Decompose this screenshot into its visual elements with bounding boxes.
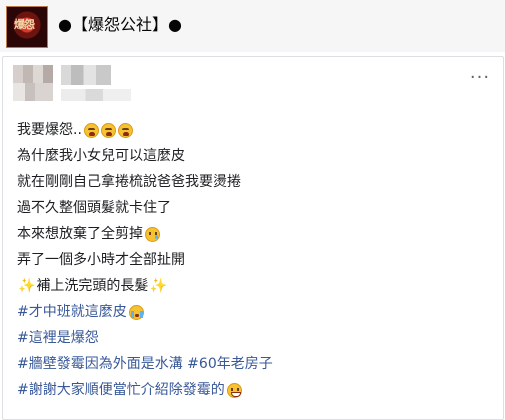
hashtag-link[interactable]: #牆壁發霉因為外面是水溝 #60年老房子	[17, 354, 273, 374]
author-avatar-blurred[interactable]	[13, 65, 53, 101]
sparkles-icon: ✨	[149, 278, 167, 294]
author-name-blurred[interactable]	[61, 65, 111, 85]
sparkles-icon: ✨	[18, 278, 36, 294]
post-line-text: 本來想放棄了全剪掉	[17, 226, 143, 242]
post-line-text: 就在剛剛自己拿捲梳說爸爸我要燙捲	[17, 174, 241, 190]
post-line-text: 為什麼我小女兒可以這麼皮	[17, 148, 185, 164]
post-line-text: 弄了一個多小時才全部扯開	[17, 252, 185, 268]
post-line: ✨ 補上洗完頭的長髮 ✨	[17, 273, 487, 299]
weary-face-icon	[83, 122, 99, 138]
post-line: #謝謝大家順便當忙介紹除發霉的	[17, 377, 487, 403]
post-line-text: 補上洗完頭的長髮	[36, 278, 149, 294]
group-title[interactable]: ●【爆怨公社】●	[58, 14, 182, 36]
post-line: #這裡是爆怨	[17, 325, 487, 351]
post-card: ··· 我要爆怨.. 為什麼我小女兒可以這麼皮 就在剛剛自己拿捲梳說爸爸我要燙捲…	[2, 56, 504, 420]
hashtag-link[interactable]: #才中班就這麼皮	[17, 302, 127, 322]
post-line: 過不久整個頭髮就卡住了	[17, 195, 487, 221]
weary-face-icon	[100, 122, 116, 138]
post-line: 為什麼我小女兒可以這麼皮	[17, 143, 487, 169]
post-body: 我要爆怨.. 為什麼我小女兒可以這麼皮 就在剛剛自己拿捲梳說爸爸我要燙捲 過不久…	[17, 117, 487, 403]
post-meta-blurred	[61, 89, 131, 101]
sad-relieved-face-icon	[145, 226, 160, 242]
loudly-crying-face-icon	[128, 304, 144, 320]
post-line: 我要爆怨..	[17, 117, 487, 143]
group-logo[interactable]: 爆怨	[6, 6, 48, 48]
post-line: 就在剛剛自己拿捲梳說爸爸我要燙捲	[17, 169, 487, 195]
post-line: 弄了一個多小時才全部扯開	[17, 247, 487, 273]
group-logo-text: 爆怨	[14, 18, 35, 31]
grinning-face-icon	[226, 382, 242, 398]
group-header: 爆怨 ●【爆怨公社】●	[0, 0, 505, 52]
more-options-button[interactable]: ···	[469, 69, 491, 89]
weary-face-icon	[117, 122, 133, 138]
hashtag-link[interactable]: #這裡是爆怨	[17, 328, 99, 348]
post-line: 本來想放棄了全剪掉	[17, 221, 487, 247]
post-line-text: 過不久整個頭髮就卡住了	[17, 200, 171, 216]
post-line: #才中班就這麼皮	[17, 299, 487, 325]
post-line-text: 我要爆怨..	[17, 122, 82, 138]
hashtag-link[interactable]: #謝謝大家順便當忙介紹除發霉的	[17, 380, 225, 400]
post-line: #牆壁發霉因為外面是水溝 #60年老房子	[17, 351, 487, 377]
